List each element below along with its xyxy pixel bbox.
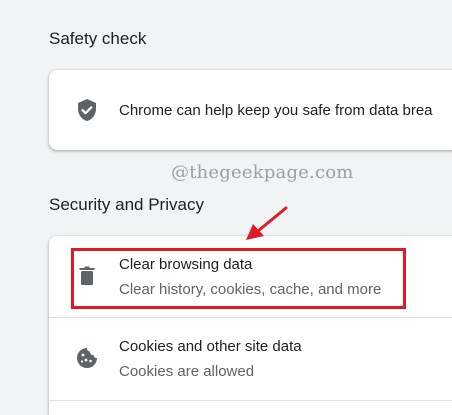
- cookie-icon: [75, 346, 99, 370]
- safety-check-description: Chrome can help keep you safe from data …: [119, 102, 433, 119]
- clear-browsing-data-title: Clear browsing data: [119, 256, 253, 273]
- clear-browsing-data-subtitle: Clear history, cookies, cache, and more: [119, 281, 382, 298]
- safety-check-card[interactable]: Chrome can help keep you safe from data …: [49, 70, 452, 150]
- clear-browsing-data-row[interactable]: Clear browsing data Clear history, cooki…: [49, 236, 452, 317]
- shield-check-icon: [75, 98, 99, 122]
- trash-icon: [75, 264, 99, 288]
- safety-check-heading: Safety check: [49, 29, 147, 48]
- security-privacy-heading: Security and Privacy: [49, 195, 204, 214]
- cookies-site-data-title: Cookies and other site data: [119, 338, 302, 355]
- watermark-text: @thegeekpage.com: [171, 162, 354, 183]
- security-privacy-card: Clear browsing data Clear history, cooki…: [49, 236, 452, 415]
- cookies-site-data-row[interactable]: Cookies and other site data Cookies are …: [49, 318, 452, 400]
- row-divider: [49, 400, 452, 401]
- cookies-site-data-subtitle: Cookies are allowed: [119, 363, 255, 380]
